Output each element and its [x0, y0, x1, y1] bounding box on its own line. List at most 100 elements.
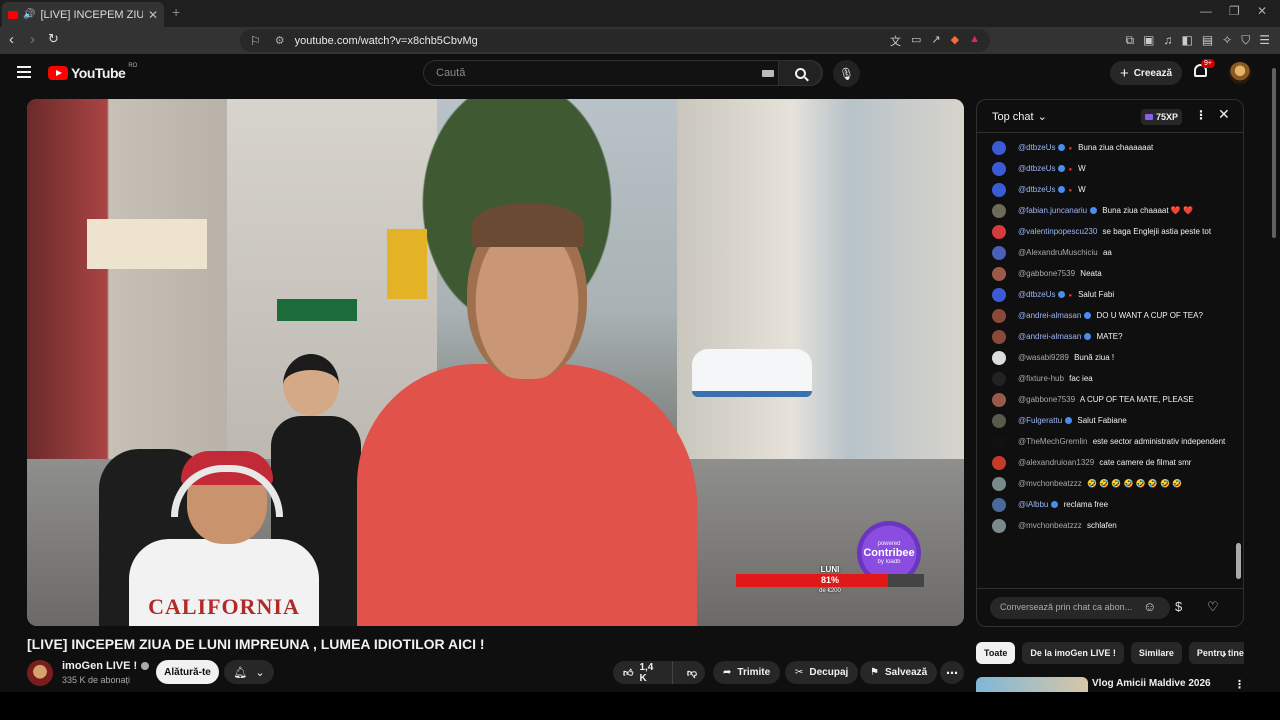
chat-message[interactable]: @gabbone7539 Neata — [977, 264, 1233, 285]
chat-author-name[interactable]: @dtbzeUs — [1018, 143, 1055, 152]
share-page-icon[interactable]: ↗ — [931, 33, 940, 49]
account-avatar[interactable] — [1229, 62, 1251, 84]
chat-message[interactable]: @iAlbbu reclama free — [977, 495, 1233, 516]
chat-author-name[interactable]: @mvchonbeatzzz — [1018, 479, 1082, 488]
translate-icon[interactable]: 文 — [890, 33, 901, 49]
close-chat-icon[interactable]: ✕ — [1218, 106, 1230, 123]
leo-icon[interactable]: ✧ — [1222, 33, 1232, 48]
chat-author-avatar[interactable] — [992, 309, 1006, 323]
url-text[interactable]: youtube.com/watch?v=x8chb5CbvMg — [295, 35, 478, 47]
chat-author-avatar[interactable] — [992, 204, 1006, 218]
chat-author-name[interactable]: @gabbone7539 — [1018, 269, 1075, 278]
clip-button[interactable]: ✂ Decupaj — [785, 661, 859, 684]
rewards-icon[interactable]: ▲ — [969, 33, 980, 49]
chat-message[interactable]: @alexandruioan1329 cate camere de filmat… — [977, 453, 1233, 474]
video-player[interactable]: CALIFORNIA powered Contribee by Ioadb LU… — [27, 99, 964, 626]
chat-author-avatar[interactable] — [992, 456, 1006, 470]
chat-message[interactable]: @andrei-almasan DO U WANT A CUP OF TEA? — [977, 306, 1233, 327]
like-button[interactable]: 👍︎ 1,4 K — [613, 661, 673, 684]
bookmark-icon[interactable]: ⚐ — [250, 34, 261, 48]
back-icon[interactable]: ‹ — [9, 31, 14, 48]
reader-icon[interactable]: ▣ — [1143, 33, 1154, 48]
filter-chip[interactable]: De la imoGen LIVE ! — [1022, 642, 1124, 664]
chat-message[interactable]: @AlexandruMuschiciu aa — [977, 243, 1233, 264]
chat-message[interactable]: @fixture-hub fac iea — [977, 369, 1233, 390]
more-actions-button[interactable]: ⋯ — [940, 661, 964, 684]
chat-message[interactable]: @Fulgerattu Salut Fabiane — [977, 411, 1233, 432]
chat-message[interactable]: @dtbzeUs ● W — [977, 180, 1233, 201]
chat-author-avatar[interactable] — [992, 330, 1006, 344]
super-chat-icon[interactable]: $ — [1175, 599, 1182, 614]
join-button[interactable]: Alătură-te — [156, 660, 219, 684]
search-button[interactable] — [778, 60, 822, 86]
chat-author-avatar[interactable] — [992, 162, 1006, 176]
filter-chip[interactable]: Similare — [1130, 642, 1182, 664]
forward-icon[interactable]: › — [30, 31, 35, 48]
chat-author-name[interactable]: @dtbzeUs — [1018, 290, 1055, 299]
chat-author-name[interactable]: @fabian.juncanariu — [1018, 206, 1087, 215]
extensions-icon[interactable]: ⧉ — [1126, 33, 1135, 48]
music-icon[interactable]: ♫ — [1163, 33, 1172, 48]
chat-author-name[interactable]: @alexandruioan1329 — [1018, 458, 1094, 467]
chat-author-avatar[interactable] — [992, 519, 1006, 533]
site-settings-icon[interactable]: ⚙ — [275, 34, 285, 47]
channel-name[interactable]: imoGen LIVE ! — [62, 660, 150, 672]
sidebar-icon[interactable]: ◧ — [1181, 33, 1192, 48]
chat-author-avatar[interactable] — [992, 477, 1006, 491]
chat-author-name[interactable]: @dtbzeUs — [1018, 164, 1055, 173]
chat-author-avatar[interactable] — [992, 246, 1006, 260]
chat-author-name[interactable]: @andrei-almasan — [1018, 332, 1081, 341]
chat-message[interactable]: @fabian.juncanariu Buna ziua chaaaat ❤️ … — [977, 201, 1233, 222]
chat-scrollbar[interactable] — [1236, 137, 1241, 587]
search-input[interactable]: Caută — [436, 67, 465, 79]
guide-menu-icon[interactable] — [17, 66, 31, 78]
keyboard-icon[interactable] — [762, 70, 774, 77]
wallet-icon[interactable]: ▤ — [1202, 33, 1213, 48]
chat-message[interactable]: @dtbzeUs ● W — [977, 159, 1233, 180]
restore-icon[interactable]: ❐ — [1229, 4, 1240, 18]
dislike-button[interactable]: 👎︎ — [679, 667, 705, 679]
chat-message[interactable]: @dtbzeUs ● Buna ziua chaaaaaat — [977, 138, 1233, 159]
chat-message[interactable]: @dtbzeUs ● Salut Fabi — [977, 285, 1233, 306]
chat-message[interactable]: @valentinpopescu230 se baga Englejii ast… — [977, 222, 1233, 243]
chat-message[interactable]: @TheMechGremlin este sector administrati… — [977, 432, 1233, 453]
chat-author-avatar[interactable] — [992, 225, 1006, 239]
chat-options-icon[interactable]: ⋮ — [1195, 108, 1207, 122]
youtube-logo[interactable]: YouTube RO — [48, 63, 137, 81]
page-scrollbar[interactable] — [1271, 62, 1277, 692]
more-vertical-icon[interactable]: ⋮ — [1234, 678, 1245, 691]
audio-playing-icon[interactable]: 🔊 — [23, 9, 35, 20]
vpn-icon[interactable]: ⛉ — [1241, 33, 1250, 48]
browser-tab[interactable]: 🔊 [LIVE] INCEPEM ZIUA DE LUNI ✕ — [2, 2, 164, 27]
brave-shield-icon[interactable]: ◆ — [951, 33, 959, 49]
chat-author-name[interactable]: @TheMechGremlin — [1018, 437, 1087, 446]
minimize-icon[interactable]: — — [1200, 4, 1212, 18]
chat-author-name[interactable]: @gabbone7539 — [1018, 395, 1075, 404]
chat-author-avatar[interactable] — [992, 141, 1006, 155]
emoji-icon[interactable]: ☺ — [1143, 599, 1156, 614]
chat-message[interactable]: @wasabi9289 Bună ziua ! — [977, 348, 1233, 369]
chat-author-avatar[interactable] — [992, 435, 1006, 449]
heart-icon[interactable]: ♡ — [1207, 599, 1219, 615]
tab-close-icon[interactable]: ✕ — [148, 8, 158, 22]
chat-author-name[interactable]: @mvchonbeatzzz — [1018, 521, 1082, 530]
chat-author-avatar[interactable] — [992, 414, 1006, 428]
menu-icon[interactable]: ☰ — [1259, 33, 1270, 48]
chat-author-name[interactable]: @iAlbbu — [1018, 500, 1048, 509]
cast-icon[interactable]: ▭ — [911, 33, 921, 49]
search-box[interactable]: Caută — [423, 60, 823, 86]
share-button[interactable]: ➦ Trimite — [713, 661, 781, 684]
chat-author-name[interactable]: @andrei-almasan — [1018, 311, 1081, 320]
chat-author-avatar[interactable] — [992, 288, 1006, 302]
filter-chip[interactable]: Toate — [976, 642, 1016, 664]
chat-author-avatar[interactable] — [992, 183, 1006, 197]
chat-author-name[interactable]: @AlexandruMuschiciu — [1018, 248, 1098, 257]
chat-author-avatar[interactable] — [992, 351, 1006, 365]
address-bar[interactable]: ⚐ ⚙ youtube.com/watch?v=x8chb5CbvMg 文 ▭ … — [240, 29, 990, 52]
subscription-notifications-button[interactable]: 🔔︎ ⌄ — [224, 660, 274, 684]
chat-author-name[interactable]: @fixture-hub — [1018, 374, 1064, 383]
window-close-icon[interactable]: ✕ — [1257, 4, 1267, 18]
new-tab-button[interactable]: + — [172, 4, 180, 20]
create-button[interactable]: + Creează — [1110, 61, 1182, 85]
chat-mode-selector[interactable]: Top chat ⌄ — [992, 110, 1047, 124]
